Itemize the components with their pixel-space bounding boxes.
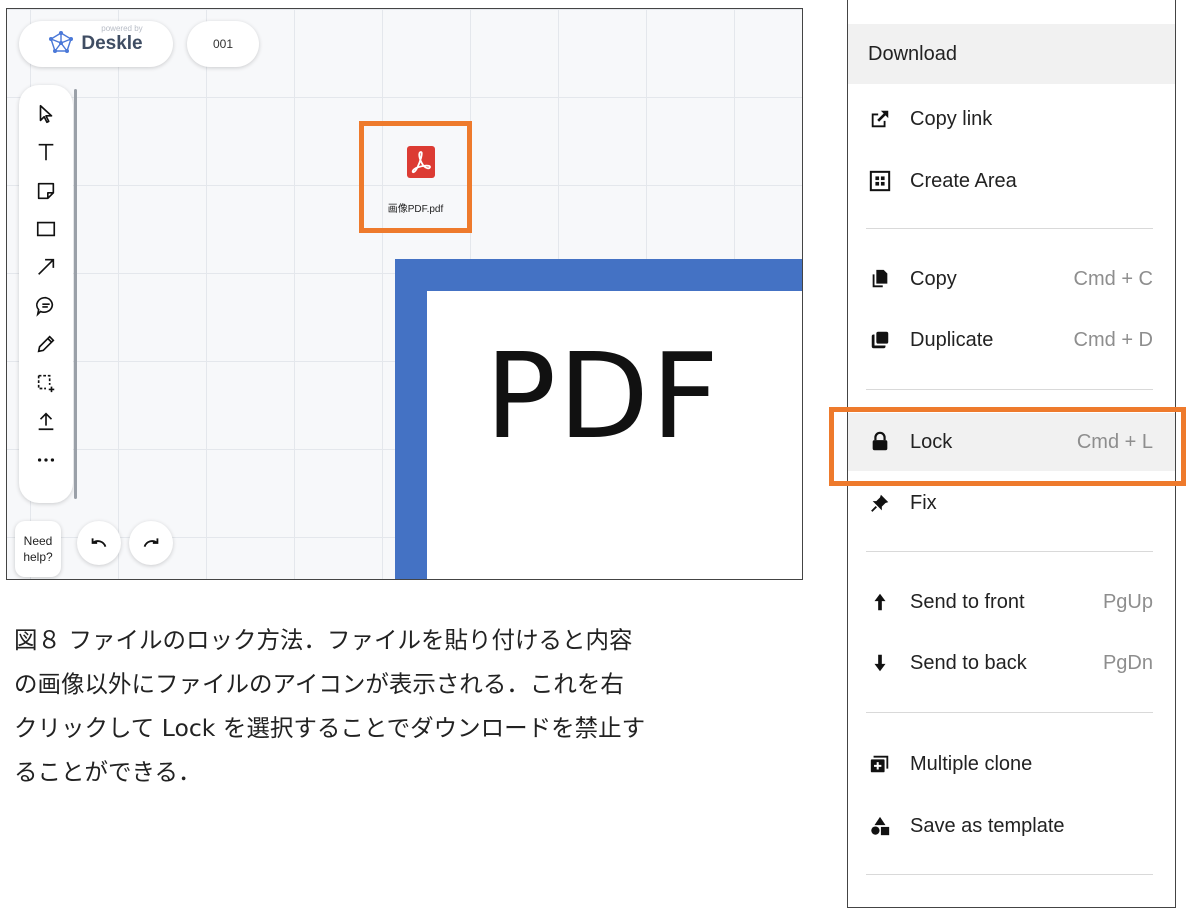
figure-caption: 図８ ファイルのロック方法．ファイルを貼り付けると内容 の画像以外にファイルのア…	[14, 618, 794, 794]
pdf-file-item[interactable]: 画像PDF.pdf	[359, 121, 472, 233]
menu-fix-label: Fix	[910, 491, 937, 514]
copy-icon	[868, 267, 892, 291]
toolbar-scrollbar[interactable]	[74, 89, 77, 499]
menu-copy-link[interactable]: Copy link	[848, 91, 1175, 147]
upload-icon[interactable]	[33, 408, 59, 434]
menu-save-as-template-label: Save as template	[910, 814, 1065, 837]
area-select-icon[interactable]	[33, 370, 59, 396]
text-tool-icon[interactable]	[33, 139, 59, 165]
caption-line: ることができる．	[14, 758, 202, 786]
menu-send-to-front-shortcut: PgUp	[1102, 590, 1153, 613]
caption-line: の画像以外にファイルのアイコンが表示される．これを右	[14, 670, 624, 698]
redo-icon	[143, 538, 159, 548]
menu-lock[interactable]: Lock Cmd + L	[848, 413, 1175, 471]
arrow-up-icon	[868, 590, 892, 614]
select-cursor-icon[interactable]	[33, 101, 59, 127]
menu-multiple-clone-label: Multiple clone	[910, 752, 1033, 775]
menu-download-label: Download	[868, 42, 957, 65]
pdf-preview-frame[interactable]: PDF	[395, 259, 802, 579]
menu-divider	[866, 389, 1153, 390]
menu-send-to-front-label: Send to front	[910, 590, 1025, 613]
undo-button[interactable]	[77, 521, 121, 565]
grid-area-icon	[868, 169, 892, 193]
lock-icon	[868, 430, 892, 454]
menu-copy-link-label: Copy link	[910, 107, 993, 130]
menu-send-to-back-shortcut: PgDn	[1102, 651, 1153, 674]
board-name-pill[interactable]: 001	[187, 21, 259, 67]
menu-divider	[866, 228, 1153, 229]
shapes-template-icon	[868, 814, 892, 838]
sticky-note-icon[interactable]	[33, 178, 59, 204]
menu-duplicate[interactable]: Duplicate Cmd + D	[848, 312, 1175, 368]
menu-duplicate-shortcut: Cmd + D	[1073, 328, 1153, 351]
menu-lock-label: Lock	[910, 430, 953, 453]
menu-copy-label: Copy	[910, 267, 957, 290]
arrow-down-icon	[868, 651, 892, 675]
menu-copy[interactable]: Copy Cmd + C	[848, 251, 1175, 307]
more-icon[interactable]	[33, 447, 59, 473]
help-label-line2: help?	[23, 550, 53, 564]
menu-multiple-clone[interactable]: Multiple clone	[848, 736, 1175, 792]
menu-lock-shortcut: Cmd + L	[1076, 430, 1153, 453]
menu-send-to-back[interactable]: Send to back PgDn	[848, 635, 1175, 691]
context-menu: Download Copy link Create Area Copy Cmd …	[847, 0, 1176, 908]
help-button[interactable]: Need help?	[15, 521, 61, 577]
external-link-icon	[868, 107, 892, 131]
undo-icon	[91, 538, 107, 548]
menu-copy-shortcut: Cmd + C	[1073, 267, 1153, 290]
menu-duplicate-label: Duplicate	[910, 328, 994, 351]
menu-divider	[866, 874, 1153, 875]
menu-save-as-template[interactable]: Save as template	[848, 798, 1175, 854]
pdf-preview-text: PDF	[485, 327, 721, 465]
menu-divider	[866, 551, 1153, 552]
multiple-clone-icon	[868, 752, 892, 776]
duplicate-icon	[868, 328, 892, 352]
menu-fix[interactable]: Fix	[848, 475, 1175, 531]
arrow-icon[interactable]	[33, 254, 59, 280]
deskle-logo-icon	[49, 31, 74, 57]
whiteboard-canvas[interactable]: powered by Deskle 001 Need help? 画像PDF.p…	[6, 8, 803, 580]
caption-line: 図８ ファイルのロック方法．ファイルを貼り付けると内容	[14, 626, 633, 654]
comment-icon[interactable]	[33, 293, 59, 319]
pdf-file-icon	[407, 146, 435, 178]
menu-create-area[interactable]: Create Area	[848, 153, 1175, 209]
brand-logo[interactable]: powered by Deskle	[19, 21, 173, 67]
caption-line: クリックして Lock を選択することでダウンロードを禁止す	[14, 714, 646, 742]
pdf-preview-page: PDF	[427, 291, 802, 579]
file-name-label: 画像PDF.pdf	[387, 204, 444, 215]
rectangle-icon[interactable]	[33, 216, 59, 242]
powered-by-label: powered by	[101, 24, 143, 33]
pen-icon[interactable]	[33, 331, 59, 357]
redo-button[interactable]	[129, 521, 173, 565]
tool-palette	[19, 85, 73, 503]
help-label-line1: Need	[23, 534, 53, 548]
menu-divider	[866, 712, 1153, 713]
menu-create-area-label: Create Area	[910, 169, 1017, 192]
pin-icon	[868, 491, 892, 515]
menu-send-to-back-label: Send to back	[910, 651, 1027, 674]
menu-download[interactable]: Download	[848, 24, 1175, 84]
menu-send-to-front[interactable]: Send to front PgUp	[848, 574, 1175, 630]
brand-name: Deskle	[81, 33, 143, 54]
